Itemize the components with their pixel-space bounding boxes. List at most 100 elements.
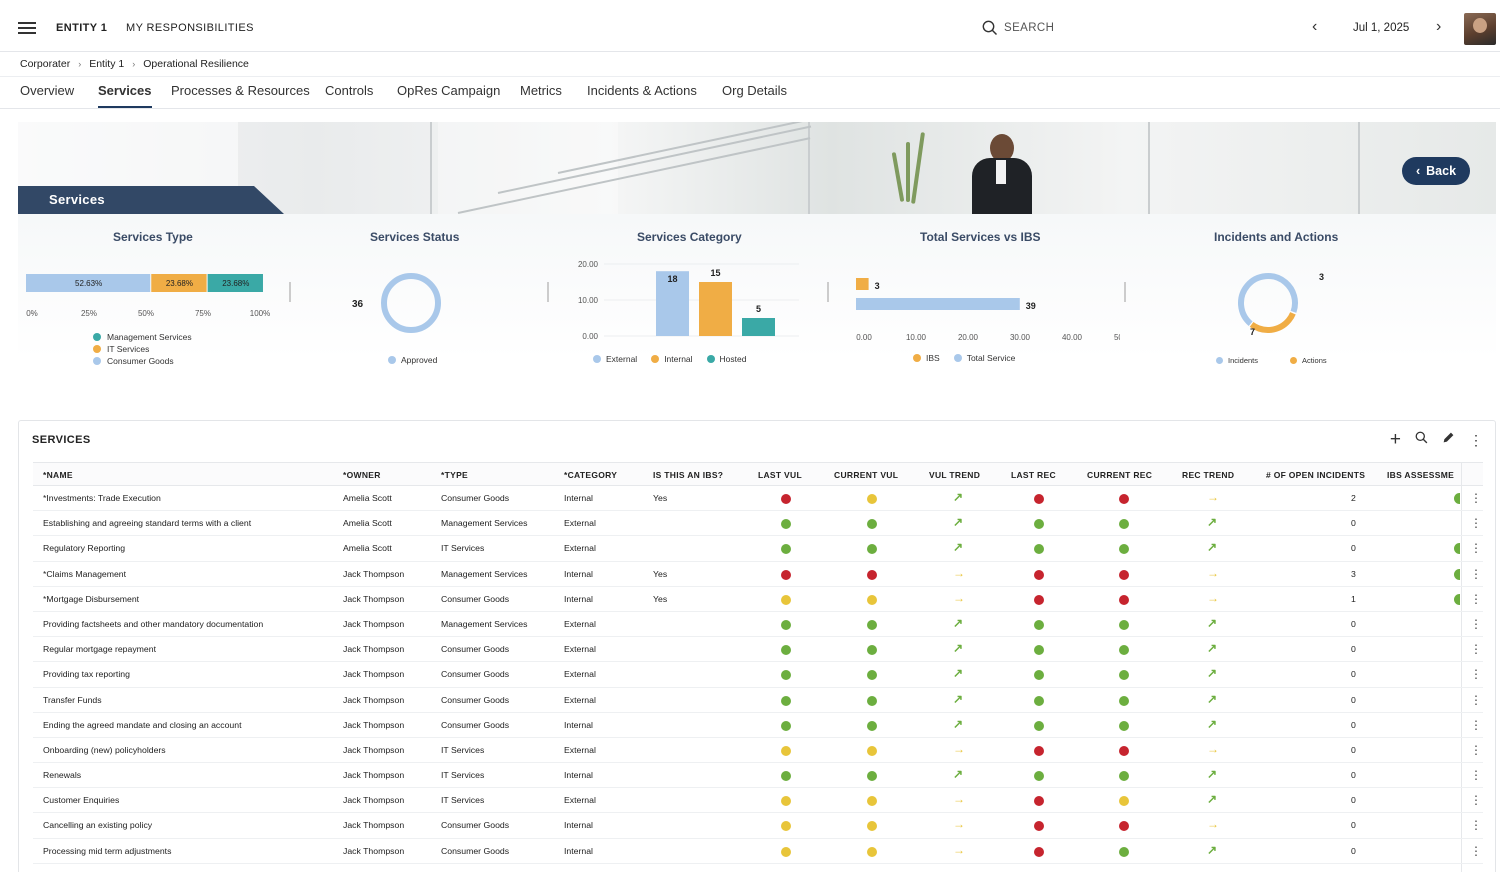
table-row[interactable]: Regular mortgage repayment Jack Thompson C… <box>33 637 1483 663</box>
row-more-options-icon[interactable]: ⋮ <box>1470 793 1482 807</box>
cell-type: IT Services <box>441 543 485 554</box>
row-more-options-icon[interactable]: ⋮ <box>1470 818 1482 832</box>
search-icon[interactable] <box>1415 431 1428 449</box>
add-icon[interactable]: + <box>1390 430 1401 449</box>
breadcrumb-item-entity[interactable]: Entity 1 <box>89 58 124 70</box>
tab-metrics[interactable]: Metrics <box>520 83 562 106</box>
cell-name[interactable]: Renewals <box>43 770 81 780</box>
row-more-options-icon[interactable]: ⋮ <box>1470 844 1482 858</box>
entity-selector[interactable]: ENTITY 1 <box>56 22 107 34</box>
page-title: Services <box>49 192 105 207</box>
cell-category: External <box>564 694 596 705</box>
tab-processes-resources[interactable]: Processes & Resources <box>171 83 310 106</box>
x-tick-label: 0.00 <box>856 333 872 342</box>
cell-name[interactable]: Onboarding (new) policyholders <box>43 745 166 755</box>
table-row[interactable]: Cancelling an existing policy Jack Thomps… <box>33 813 1483 839</box>
trend-up-arrow-icon: ↗ <box>1207 691 1218 706</box>
row-more-options-icon[interactable]: ⋮ <box>1470 768 1482 782</box>
breadcrumb-item-corporater[interactable]: Corporater <box>20 58 70 70</box>
table-row[interactable]: *Investments: Trade Execution Amelia Scot… <box>33 486 1483 512</box>
last-rec-status-indicator <box>1034 494 1044 504</box>
y-tick-label: 20.00 <box>578 260 599 269</box>
column-header-current-rec[interactable]: CURRENT REC <box>1087 470 1152 480</box>
table-row[interactable]: Regulatory Reporting Amelia Scott IT Servi… <box>33 536 1483 562</box>
cell-name[interactable]: Processing mid term adjustments <box>43 846 171 856</box>
column-header-rec-trend[interactable]: REC TREND <box>1182 470 1234 480</box>
trend-right-arrow-icon: → <box>953 792 965 807</box>
table-row[interactable]: *Claims Management Jack Thompson Managemen… <box>33 562 1483 587</box>
column-header-last-rec[interactable]: LAST REC <box>1011 470 1056 480</box>
hamburger-menu-icon[interactable] <box>18 22 36 36</box>
row-more-options-icon[interactable]: ⋮ <box>1470 693 1482 707</box>
column-header-owner[interactable]: *OWNER <box>343 470 381 480</box>
cell-name[interactable]: Providing factsheets and other mandatory… <box>43 619 263 629</box>
tab-incidents-actions[interactable]: Incidents & Actions <box>587 83 697 106</box>
column-header-is-ibs[interactable]: IS THIS AN IBS? <box>653 470 723 480</box>
cell-name[interactable]: Regular mortgage repayment <box>43 644 156 654</box>
last-vul-status-indicator <box>781 745 791 756</box>
column-header-vul-trend[interactable]: VUL TREND <box>929 470 980 480</box>
cell-name[interactable]: *Investments: Trade Execution <box>43 493 161 503</box>
table-row[interactable]: Providing tax reporting Jack Thompson Cons… <box>33 662 1483 688</box>
tab-opres-campaign[interactable]: OpRes Campaign <box>397 83 500 106</box>
cell-name[interactable]: Providing tax reporting <box>43 669 130 679</box>
row-more-options-icon[interactable]: ⋮ <box>1470 592 1482 606</box>
cell-name[interactable]: *Mortgage Disbursement <box>43 594 139 604</box>
tab-overview[interactable]: Overview <box>20 83 74 106</box>
table-row[interactable]: Customer Enquiries Jack Thompson IT Servic… <box>33 788 1483 814</box>
column-header-type[interactable]: *TYPE <box>441 470 468 480</box>
row-more-options-icon[interactable]: ⋮ <box>1470 516 1482 530</box>
edit-icon[interactable] <box>1442 431 1455 449</box>
x-tick-label: 30.00 <box>1010 333 1031 342</box>
cell-name[interactable]: Ending the agreed mandate and closing an… <box>43 720 242 730</box>
table-row[interactable]: Ending the agreed mandate and closing an… <box>33 713 1483 738</box>
back-button-label: Back <box>1426 164 1457 178</box>
column-header-open-incidents[interactable]: # OF OPEN INCIDENTS <box>1266 470 1365 480</box>
row-more-options-icon[interactable]: ⋮ <box>1470 667 1482 681</box>
back-button[interactable]: ‹ Back <box>1402 157 1470 185</box>
table-row[interactable]: Onboarding (new) policyholders Jack Thomp… <box>33 738 1483 764</box>
current-vul-status-indicator <box>867 796 877 807</box>
chart-title-services-status: Services Status <box>370 230 460 244</box>
column-header-category[interactable]: *CATEGORY <box>564 470 617 480</box>
column-header-name[interactable]: *NAME <box>43 470 73 480</box>
my-responsibilities-link[interactable]: MY RESPONSIBILITIES <box>126 22 254 34</box>
table-row[interactable]: *Mortgage Disbursement Jack Thompson Consu… <box>33 587 1483 612</box>
legend-item: Approved <box>388 355 437 365</box>
bar-data-label: 3 <box>875 281 880 291</box>
row-more-options-icon[interactable]: ⋮ <box>1470 642 1482 656</box>
chevron-right-icon[interactable]: › <box>1436 18 1441 36</box>
table-row[interactable]: Renewals Jack Thompson IT Services Internal… <box>33 763 1483 789</box>
cell-open-incidents: 0 <box>1351 694 1356 705</box>
cell-name[interactable]: Establishing and agreeing standard terms… <box>43 518 251 528</box>
table-row[interactable]: Transfer Funds Jack Thompson Consumer Good… <box>33 688 1483 713</box>
column-header-ibs-assessment[interactable]: IBS ASSESSME <box>1387 470 1454 480</box>
table-row[interactable]: Processing mid term adjustments Jack Thom… <box>33 839 1483 864</box>
row-more-options-icon[interactable]: ⋮ <box>1470 567 1482 581</box>
date-display[interactable]: Jul 1, 2025 <box>1353 22 1409 34</box>
tab-org-details[interactable]: Org Details <box>722 83 787 106</box>
row-more-options-icon[interactable]: ⋮ <box>1470 743 1482 757</box>
trend-right-arrow-icon: → <box>1207 490 1219 504</box>
tab-services[interactable]: Services <box>98 83 152 108</box>
column-header-current-vul[interactable]: CURRENT VUL <box>834 470 898 480</box>
row-more-options-icon[interactable]: ⋮ <box>1470 491 1482 505</box>
cell-name[interactable]: *Claims Management <box>43 569 126 579</box>
legend-dot <box>593 355 601 363</box>
search-input[interactable]: SEARCH <box>982 20 1054 36</box>
cell-name[interactable]: Cancelling an existing policy <box>43 820 152 830</box>
column-header-last-vul[interactable]: LAST VUL <box>758 470 802 480</box>
legend-item: Internal <box>651 354 693 364</box>
cell-name[interactable]: Transfer Funds <box>43 695 102 705</box>
more-options-icon[interactable]: ⋮ <box>1469 432 1483 449</box>
row-more-options-icon[interactable]: ⋮ <box>1470 617 1482 631</box>
chevron-left-icon[interactable]: ‹ <box>1312 18 1317 36</box>
table-row[interactable]: Establishing and agreeing standard terms… <box>33 511 1483 537</box>
cell-name[interactable]: Regulatory Reporting <box>43 543 125 553</box>
row-more-options-icon[interactable]: ⋮ <box>1470 541 1482 555</box>
table-row[interactable]: Providing factsheets and other mandatory… <box>33 612 1483 638</box>
row-more-options-icon[interactable]: ⋮ <box>1470 718 1482 732</box>
tab-controls[interactable]: Controls <box>325 83 373 106</box>
user-avatar[interactable] <box>1464 13 1496 45</box>
cell-name[interactable]: Customer Enquiries <box>43 795 119 805</box>
